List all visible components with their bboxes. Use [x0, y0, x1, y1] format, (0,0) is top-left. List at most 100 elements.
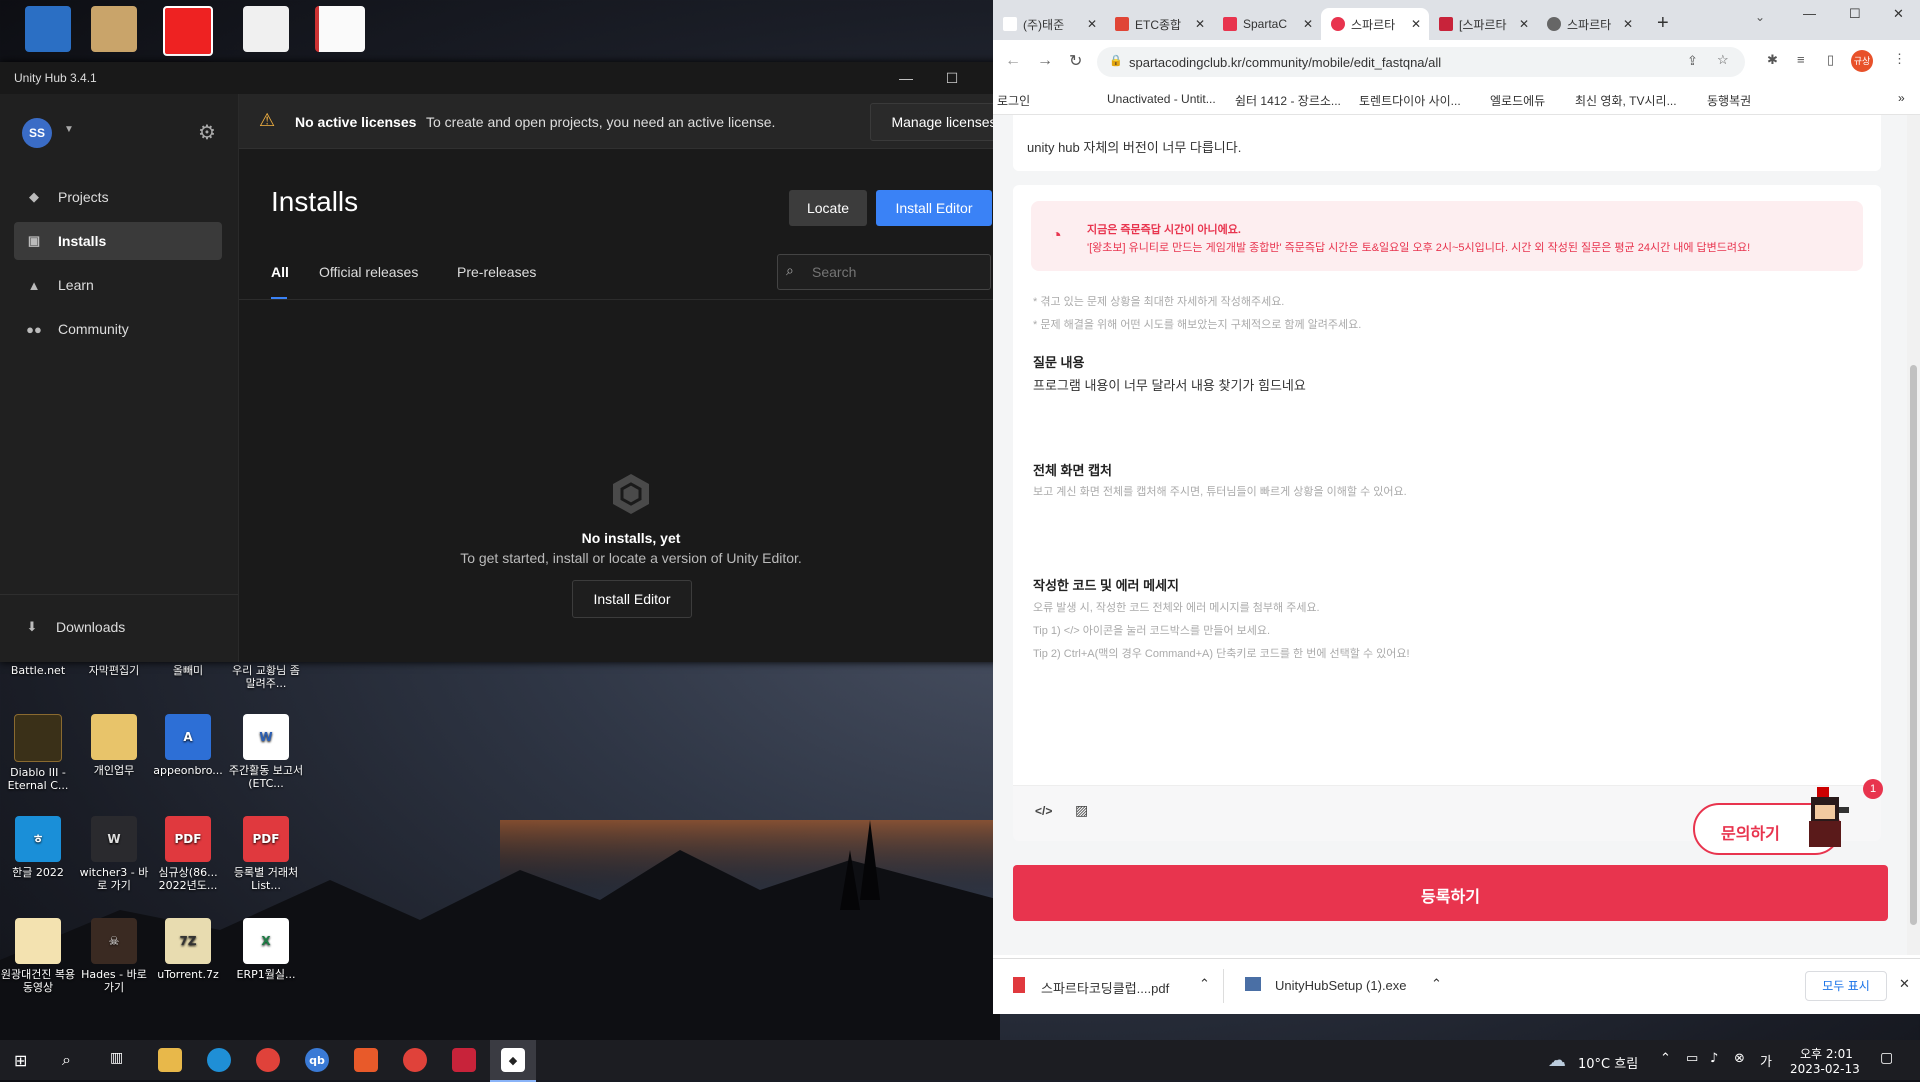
desktop-icon-witcher[interactable]: Wwitcher3 - 바로 가기: [76, 816, 152, 892]
maximize-button[interactable]: ☐: [1849, 6, 1861, 22]
question-text[interactable]: 프로그램 내용이 너무 달라서 내용 찾기가 힘드네요: [1033, 375, 1306, 394]
empty-install-editor-button[interactable]: Install Editor: [572, 580, 692, 618]
bookmark-unactivated[interactable]: Unactivated - Untit...: [1107, 92, 1216, 106]
gear-icon[interactable]: ⚙: [198, 120, 216, 145]
desktop-label-subtitle-editor[interactable]: 자막편집기: [76, 664, 152, 677]
volume-icon[interactable]: ♪: [1710, 1051, 1718, 1066]
browser-tab-2[interactable]: ETC종합 ✕: [1105, 8, 1213, 40]
reload-icon[interactable]: ↻: [1069, 51, 1082, 71]
browser-tab-1[interactable]: (주)태준 ✕: [993, 8, 1105, 40]
sidebar-item-projects[interactable]: ◆ Projects: [14, 178, 222, 216]
close-icon[interactable]: ✕: [1899, 976, 1910, 992]
chevron-up-icon[interactable]: ⌃: [1431, 976, 1442, 992]
chrome-icon[interactable]: [256, 1048, 280, 1072]
desktop-icon-diablo[interactable]: Diablo III - Eternal C...: [0, 714, 76, 792]
desktop-icon-folder-top[interactable]: [76, 6, 152, 56]
bookmark-movies[interactable]: 최신 영화, TV시리...: [1575, 92, 1677, 109]
download-item-1[interactable]: 스파르타코딩클럽....pdf: [1041, 978, 1169, 997]
sidepanel-icon[interactable]: ▯: [1827, 52, 1834, 68]
bookmark-eledu[interactable]: 엘로드에듀: [1490, 92, 1545, 109]
tab-all[interactable]: All: [271, 264, 289, 280]
tab-search-icon[interactable]: ⌄: [1755, 10, 1765, 24]
tab-pre-releases[interactable]: Pre-releases: [457, 264, 536, 280]
weather-text[interactable]: 10°C 흐림: [1578, 1053, 1638, 1072]
url-box[interactable]: 🔒 spartacodingclub.kr/community/mobile/e…: [1097, 47, 1745, 77]
download-item-2[interactable]: UnityHubSetup (1).exe: [1275, 978, 1407, 993]
chevron-down-icon[interactable]: ▼: [64, 124, 74, 135]
desktop-icon-video-folder[interactable]: 원광대건진 복용동영상: [0, 918, 76, 994]
close-button[interactable]: ✕: [1893, 6, 1904, 22]
desktop-label-pope[interactable]: 우리 교황님 좀 말려주...: [228, 664, 304, 690]
desktop-icon-appeon[interactable]: Aappeonbro...: [150, 714, 226, 777]
desktop-icon-pdf-2[interactable]: PDF 등록별 거래처 List...: [228, 816, 304, 892]
share-icon[interactable]: ⇪: [1687, 53, 1698, 69]
windows-start-icon[interactable]: ⊞: [14, 1051, 27, 1070]
show-all-button[interactable]: 모두 표시: [1805, 971, 1887, 1001]
tab-close-icon[interactable]: ✕: [1623, 17, 1633, 31]
search-input[interactable]: [810, 261, 984, 283]
desktop-icon-notebook-top[interactable]: [302, 6, 378, 56]
star-icon[interactable]: ☆: [1717, 52, 1729, 68]
bookmark-torrent[interactable]: 토렌트다이아 사이...: [1359, 92, 1461, 109]
desktop-icon-app-top[interactable]: [150, 6, 226, 60]
sparta-app-icon[interactable]: [452, 1048, 476, 1072]
clock-date[interactable]: 2023-02-13: [1790, 1062, 1860, 1076]
tab-close-icon[interactable]: ✕: [1411, 17, 1421, 31]
ime-icon[interactable]: 가: [1760, 1051, 1772, 1070]
tab-close-icon[interactable]: ✕: [1303, 17, 1313, 31]
desktop-label-owl[interactable]: 올빼미: [150, 664, 226, 677]
chevron-up-icon[interactable]: ⌃: [1199, 976, 1210, 992]
desktop-icon-hades[interactable]: ☠ Hades - 바로 가기: [76, 918, 152, 994]
desktop-icon-utorrent[interactable]: 7Z uTorrent.7z: [150, 918, 226, 981]
submit-button[interactable]: 등록하기: [1013, 865, 1888, 921]
bookmark-shelter[interactable]: 쉼터 1412 - 장르소...: [1235, 92, 1341, 109]
tab-close-icon[interactable]: ✕: [1087, 17, 1097, 31]
network-icon[interactable]: ▭: [1686, 1051, 1698, 1066]
notifications-icon[interactable]: ▢: [1880, 1050, 1893, 1066]
desktop-icon-personal-work[interactable]: 개인업무: [76, 714, 152, 777]
bookmark-lotto[interactable]: 동행복권: [1707, 92, 1751, 109]
sidebar-item-learn[interactable]: ▲ Learn: [14, 266, 222, 304]
browser-tab-5[interactable]: [스파르타 ✕: [1429, 8, 1537, 40]
page-scrollbar[interactable]: [1907, 115, 1920, 955]
tab-close-icon[interactable]: ✕: [1195, 17, 1205, 31]
search-box[interactable]: ⌕: [777, 254, 991, 290]
install-editor-button[interactable]: Install Editor: [876, 190, 992, 226]
desktop-icon-weekly-report[interactable]: W 주간활동 보고서(ETC...: [228, 714, 304, 790]
minimize-button[interactable]: —: [1803, 6, 1816, 21]
profile-avatar[interactable]: 규상: [1851, 50, 1873, 72]
back-icon[interactable]: ←: [1005, 52, 1021, 70]
media-icon[interactable]: ≡: [1797, 52, 1805, 67]
tab-close-icon[interactable]: ✕: [1519, 17, 1529, 31]
locate-button[interactable]: Locate: [789, 190, 867, 226]
code-block-icon[interactable]: </>: [1035, 804, 1052, 818]
tray-chevron-icon[interactable]: ⌃: [1660, 1051, 1671, 1066]
task-view-icon[interactable]: ▥: [110, 1050, 123, 1066]
bookmarks-overflow-icon[interactable]: »: [1898, 91, 1905, 105]
bookmark-login[interactable]: 로그인: [997, 92, 1030, 109]
minimize-button[interactable]: —: [896, 68, 916, 88]
clock-time[interactable]: 오후 2:01: [1800, 1045, 1853, 1062]
tab-official-releases[interactable]: Official releases: [319, 264, 418, 280]
forward-icon[interactable]: →: [1037, 52, 1053, 70]
image-upload-icon[interactable]: ▨: [1075, 802, 1088, 819]
bandizip-icon[interactable]: [354, 1048, 378, 1072]
desktop-label-battlenet[interactable]: Battle.net: [0, 664, 76, 677]
file-explorer-icon[interactable]: [158, 1048, 182, 1072]
scrollbar-thumb[interactable]: [1910, 365, 1917, 925]
browser-tab-4-active[interactable]: 스파르타 ✕: [1321, 8, 1429, 40]
sidebar-item-community[interactable]: ●● Community: [14, 310, 222, 348]
desktop-icon-pdf-1[interactable]: PDF 심규상(86... 2022년도...: [150, 816, 226, 892]
avatar[interactable]: SS: [22, 118, 52, 148]
desktop-icon-erp[interactable]: X ERP1월실...: [228, 918, 304, 981]
tray-app-icon[interactable]: ⊗: [1734, 1051, 1745, 1066]
qbittorrent-icon[interactable]: qb: [305, 1048, 329, 1072]
desktop-icon-hangul[interactable]: ㅎ 한글 2022: [0, 816, 76, 879]
sidebar-item-installs[interactable]: ▣ Installs: [14, 222, 222, 260]
extensions-icon[interactable]: ✱: [1767, 52, 1778, 68]
maximize-button[interactable]: ☐: [942, 68, 962, 88]
desktop-icon-doc-top[interactable]: [228, 6, 304, 56]
browser-tab-6[interactable]: 스파르타 ✕: [1537, 8, 1641, 40]
search-icon[interactable]: ⌕: [62, 1050, 71, 1070]
new-tab-button[interactable]: +: [1657, 12, 1669, 35]
